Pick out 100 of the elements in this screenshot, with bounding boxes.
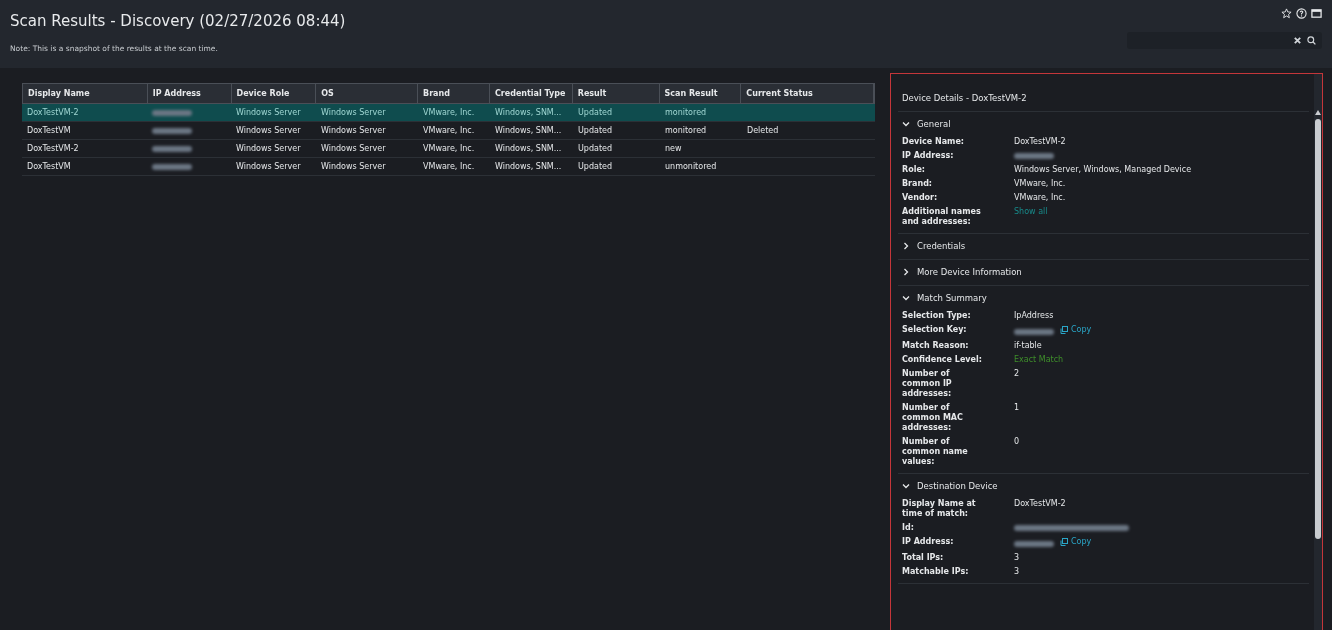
- table-cell-text: VMware, Inc.: [422, 162, 476, 171]
- column-header[interactable]: Brand: [418, 84, 490, 103]
- table-cell-text: Windows Server: [235, 144, 302, 153]
- detail-value: VMware, Inc.: [1014, 179, 1067, 189]
- detail-label: Confidence Level:: [902, 355, 983, 365]
- table-cell-text: DoxTestVM: [26, 126, 72, 135]
- column-header[interactable]: Credential Type: [489, 84, 573, 103]
- table-cell-text: Windows, SNM...: [494, 144, 563, 153]
- blurred-value: [1014, 328, 1054, 335]
- table-cell-text: Windows, SNM...: [494, 126, 563, 135]
- page-title: Scan Results - Discovery (02/27/2026 08:44): [10, 12, 346, 30]
- blurred-value: [152, 163, 192, 170]
- column-header[interactable]: OS: [316, 84, 419, 103]
- section-header[interactable]: General: [902, 117, 1305, 131]
- section-header[interactable]: Destination Device: [902, 479, 1305, 493]
- table-cell-text: DoxTestVM-2: [26, 108, 80, 117]
- copy-button[interactable]: Copy: [1060, 325, 1092, 335]
- column-header[interactable]: Device Role: [231, 84, 317, 103]
- table-cell-text: VMware, Inc.: [422, 108, 476, 117]
- detail-value: IpAddress: [1014, 311, 1055, 321]
- table-row[interactable]: DoxTestVM Windows Server Windows Server VMware, Inc. Windows, SNM... Updated unmonitored: [22, 158, 875, 176]
- column-header[interactable]: Display Name: [23, 84, 148, 103]
- table-row[interactable]: DoxTestVM-2 Windows Server Windows Server VMware, Inc. Windows, SNM... Updated new: [22, 140, 875, 158]
- section-header[interactable]: Match Summary: [902, 291, 1305, 305]
- chevron-down-icon: [902, 120, 910, 128]
- table-cell-text: VMware, Inc.: [422, 144, 476, 153]
- detail-label: Match Reason:: [902, 341, 970, 351]
- detail-label: Vendor:: [902, 193, 939, 203]
- table-cell-text: Windows Server: [320, 144, 387, 153]
- detail-label: Number of common IP addresses:: [902, 369, 953, 399]
- detail-value: if-table: [1014, 341, 1043, 351]
- blurred-value: [152, 145, 192, 152]
- table-cell-text: DoxTestVM-2: [26, 144, 80, 153]
- copy-icon: [1060, 538, 1068, 546]
- clear-icon[interactable]: [1293, 36, 1302, 45]
- table-cell-text: Windows Server: [320, 126, 387, 135]
- section-header[interactable]: Credentials: [902, 239, 1305, 253]
- table-cell-text: Windows Server: [235, 126, 302, 135]
- table-cell-text: Windows Server: [235, 162, 302, 171]
- detail-label: Matchable IPs:: [902, 567, 970, 577]
- table-cell-text: VMware, Inc.: [422, 126, 476, 135]
- detail-label: IP Address:: [902, 151, 955, 161]
- detail-value: DoxTestVM-2: [1014, 499, 1067, 510]
- search-field[interactable]: [1127, 32, 1322, 49]
- detail-label: Number of common MAC addresses:: [902, 403, 964, 433]
- column-header[interactable]: IP Address: [147, 84, 232, 103]
- detail-value: 3: [1014, 567, 1021, 577]
- star-icon[interactable]: [1281, 8, 1292, 19]
- panel-title: Device Details - DoxTestVM-2: [898, 79, 1309, 112]
- detail-label: Role:: [902, 165, 927, 175]
- table-row[interactable]: DoxTestVM Windows Server Windows Server VMware, Inc. Windows, SNM... Updated monitored Deleted: [22, 122, 875, 140]
- column-header[interactable]: Scan Result: [659, 84, 742, 103]
- chevron-down-icon: [902, 482, 910, 490]
- detail-value: DoxTestVM-2: [1014, 137, 1067, 147]
- detail-label: Brand:: [902, 179, 934, 189]
- scroll-up-icon[interactable]: [1315, 110, 1321, 115]
- chevron-right-icon: [902, 242, 910, 250]
- column-header[interactable]: Result: [572, 84, 660, 103]
- detail-label: Id:: [902, 523, 915, 533]
- table-cell-text: Windows Server: [235, 108, 302, 117]
- blurred-value: [152, 109, 192, 116]
- detail-label: Number of common name values:: [902, 437, 969, 467]
- confidence-value: Exact Match: [1014, 355, 1065, 365]
- detail-label: Display Name at time of match:: [902, 499, 977, 519]
- table-cell-text: monitored: [664, 126, 708, 135]
- table-cell-text: Deleted: [746, 126, 780, 135]
- detail-label: Additional names and addresses:: [902, 207, 982, 227]
- chevron-down-icon: [902, 294, 910, 302]
- chevron-right-icon: [902, 268, 910, 276]
- scrollbar[interactable]: [1314, 74, 1322, 630]
- detail-label: IP Address:: [902, 537, 955, 548]
- detail-label: Device Name:: [902, 137, 966, 147]
- table-cell-text: Windows, SNM...: [494, 108, 563, 117]
- table-cell-text: unmonitored: [664, 162, 718, 171]
- table-cell-text: monitored: [664, 108, 708, 117]
- table-cell-text: new: [664, 144, 683, 153]
- blurred-value: [1014, 152, 1054, 159]
- blurred-value: [152, 127, 192, 134]
- detail-label: Selection Key:: [902, 325, 968, 336]
- column-header[interactable]: Current Status: [741, 84, 874, 103]
- copy-button[interactable]: Copy: [1060, 537, 1092, 547]
- table-cell-text: Updated: [577, 108, 614, 117]
- table-cell-text: Windows Server: [320, 162, 387, 171]
- detail-value: 1: [1014, 403, 1021, 414]
- help-icon[interactable]: [1296, 8, 1307, 19]
- table-cell-text: Updated: [577, 144, 614, 153]
- table-cell-text: Windows Server: [320, 108, 387, 117]
- table-row[interactable]: DoxTestVM-2 Windows Server Windows Server VMware, Inc. Windows, SNM... Updated monitored: [22, 104, 875, 122]
- blurred-value: [1014, 540, 1054, 547]
- detail-value: 3: [1014, 553, 1021, 563]
- window-icon[interactable]: [1311, 8, 1322, 19]
- section-header[interactable]: More Device Information: [902, 265, 1305, 279]
- show-all-link[interactable]: Show all: [1014, 207, 1048, 216]
- table-cell-text: Windows, SNM...: [494, 162, 563, 171]
- detail-label: Selection Type:: [902, 311, 972, 321]
- detail-value: Windows Server, Windows, Managed Device: [1014, 165, 1193, 175]
- table-cell-text: Updated: [577, 126, 614, 135]
- search-icon[interactable]: [1307, 36, 1316, 45]
- table-cell-text: DoxTestVM: [26, 162, 72, 171]
- detail-label: Total IPs:: [902, 553, 945, 563]
